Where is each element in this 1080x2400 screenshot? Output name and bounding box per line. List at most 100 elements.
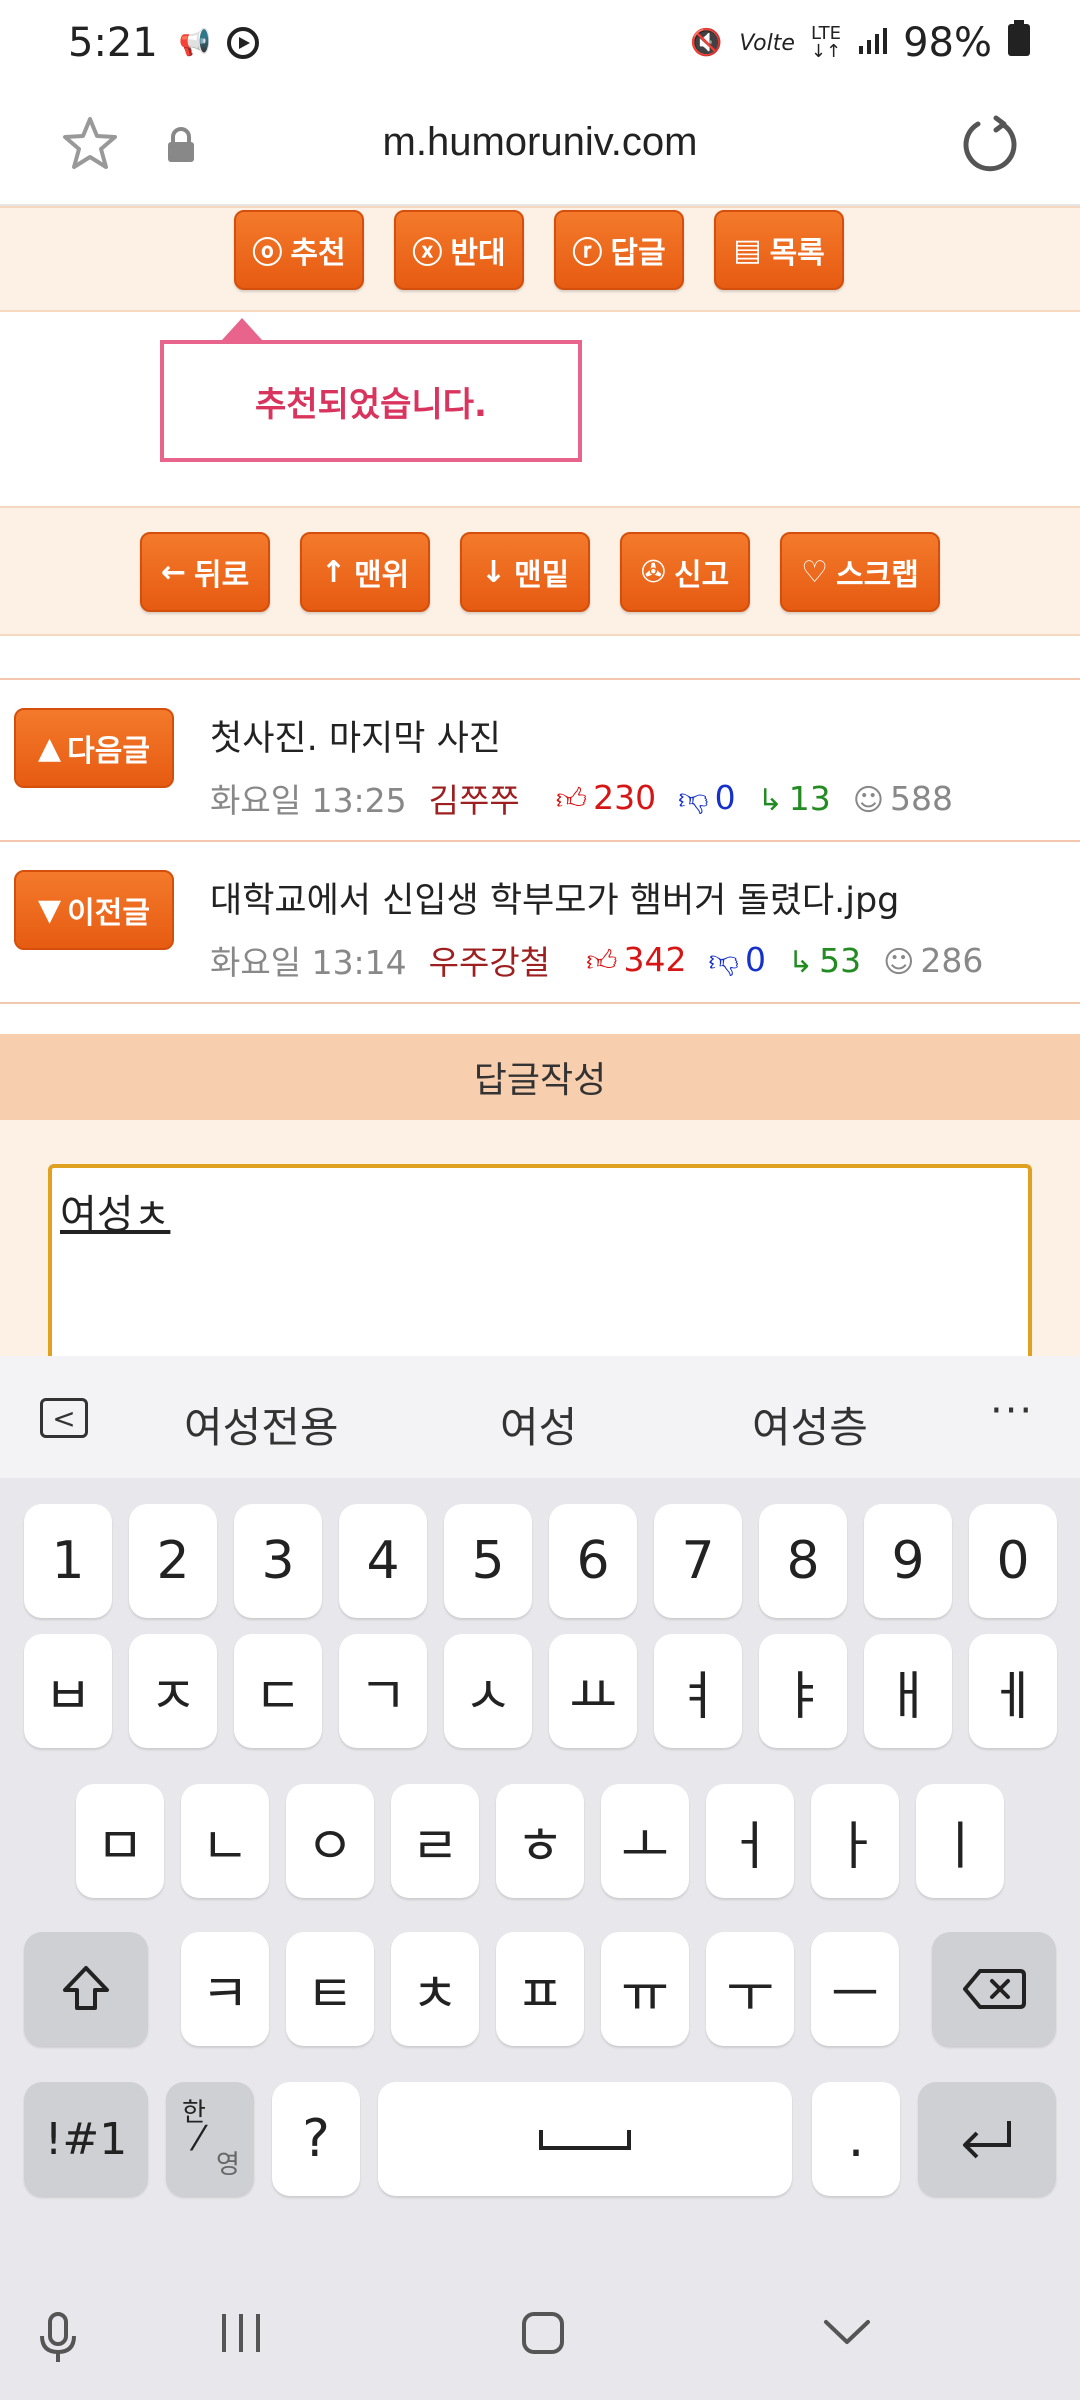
reply-textarea[interactable]: 여성ㅊ [48, 1164, 1032, 1364]
mute-icon: 🔇 [690, 28, 723, 58]
key-i[interactable]: ㅣ [916, 1784, 1004, 1898]
circle-x-icon: ⓧ [412, 236, 443, 271]
suggestion-1[interactable]: 여성전용 [184, 1394, 339, 1455]
lte-indicator: LTE ↓↑ [810, 23, 842, 62]
shift-key[interactable] [24, 1932, 148, 2046]
period-key[interactable]: . [812, 2082, 900, 2196]
key-0[interactable]: 0 [969, 1504, 1057, 1618]
key-ya[interactable]: ㅑ [759, 1634, 847, 1748]
next-post-title[interactable]: 첫사진. 마지막 사진 [210, 710, 501, 761]
arrow-left-icon: ← [160, 554, 186, 590]
navigation-action-bar: ← 뒤로 ↑ 맨위 ↓ 맨밑 ✇ 신고 ♡ 스크랩 [0, 506, 1080, 636]
key-yeo[interactable]: ㅕ [654, 1634, 742, 1748]
post-author[interactable]: 김쭈쭈 [429, 774, 520, 822]
reply-text: 여성ㅊ [60, 1192, 171, 1238]
list-button[interactable]: ▤ 목록 [714, 210, 844, 290]
reload-icon[interactable] [960, 114, 1020, 174]
symbols-key[interactable]: !#1 [24, 2082, 148, 2196]
reply-arrow-icon: ↳ [757, 782, 783, 818]
triangle-up-icon: ▲ [38, 730, 62, 766]
next-post-meta: 화요일 13:25 김쭈쭈 👍︎ 230 👎︎ 0 ↳ 13 ☺ 588 [210, 774, 953, 822]
backspace-icon [963, 1969, 1026, 2009]
backspace-key[interactable] [932, 1932, 1056, 2046]
key-p[interactable]: ㅍ [496, 1932, 584, 2046]
key-j[interactable]: ㅈ [129, 1634, 217, 1748]
key-5[interactable]: 5 [444, 1504, 532, 1618]
recommend-toast: 추천되었습니다. [160, 340, 582, 462]
hide-keyboard-icon[interactable] [822, 2310, 872, 2368]
next-post-row[interactable]: ▲ 다음글 첫사진. 마지막 사진 화요일 13:25 김쭈쭈 👍︎ 230 👎︎ 0… [0, 680, 1080, 842]
key-8[interactable]: 8 [759, 1504, 847, 1618]
key-m[interactable]: ㅁ [76, 1784, 164, 1898]
key-eo[interactable]: ㅓ [706, 1784, 794, 1898]
key-b[interactable]: ㅂ [24, 1634, 112, 1748]
key-s[interactable]: ㅅ [444, 1634, 532, 1748]
microphone-icon[interactable] [36, 2310, 80, 2378]
key-ae[interactable]: ㅐ [864, 1634, 952, 1748]
scroll-top-button[interactable]: ↑ 맨위 [300, 532, 430, 612]
question-key[interactable]: ? [272, 2082, 360, 2196]
key-k[interactable]: ㅋ [181, 1932, 269, 2046]
list-icon: ▤ [733, 232, 762, 268]
enter-key[interactable] [918, 2082, 1056, 2196]
key-a[interactable]: ㅏ [811, 1784, 899, 1898]
key-ng[interactable]: ㅇ [286, 1784, 374, 1898]
key-3[interactable]: 3 [234, 1504, 322, 1618]
home-icon[interactable] [520, 2310, 566, 2368]
space-bar-icon [539, 2130, 631, 2150]
key-o[interactable]: ㅗ [601, 1784, 689, 1898]
reply-button[interactable]: ⓡ 답글 [554, 210, 684, 290]
key-4[interactable]: 4 [339, 1504, 427, 1618]
suggestion-2[interactable]: 여성 [500, 1394, 577, 1455]
oppose-button[interactable]: ⓧ 반대 [394, 210, 524, 290]
suggestion-3[interactable]: 여성층 [752, 1394, 868, 1455]
key-7[interactable]: 7 [654, 1504, 742, 1618]
key-u[interactable]: ㅜ [706, 1932, 794, 2046]
circle-r-icon: ⓡ [572, 236, 603, 271]
thumbs-down-icon: 👎︎ [708, 944, 739, 979]
smiley-icon: ☺ [883, 944, 915, 980]
previous-post-meta: 화요일 13:14 우주강철 👍︎ 342 👎︎ 0 ↳ 53 ☺ 286 [210, 936, 983, 984]
recommend-button[interactable]: ⓞ 추천 [234, 210, 364, 290]
shift-arrow-icon [63, 1966, 109, 2010]
scroll-bottom-button[interactable]: ↓ 맨밑 [460, 532, 590, 612]
signal-icon [857, 20, 888, 66]
key-g[interactable]: ㄱ [339, 1634, 427, 1748]
key-h[interactable]: ㅎ [496, 1784, 584, 1898]
post-author[interactable]: 우주강철 [429, 936, 550, 984]
key-eu[interactable]: ㅡ [811, 1932, 899, 2046]
key-1[interactable]: 1 [24, 1504, 112, 1618]
previous-post-title[interactable]: 대학교에서 신입생 학부모가 햄버거 돌렸다.jpg [210, 872, 899, 923]
space-key[interactable] [378, 2082, 792, 2196]
previous-post-row[interactable]: ▼ 이전글 대학교에서 신입생 학부모가 햄버거 돌렸다.jpg 화요일 13:1… [0, 842, 1080, 1004]
previous-post-button[interactable]: ▼ 이전글 [14, 870, 174, 950]
key-r[interactable]: ㄹ [391, 1784, 479, 1898]
key-d[interactable]: ㄷ [234, 1634, 322, 1748]
key-e[interactable]: ㅔ [969, 1634, 1057, 1748]
key-t[interactable]: ㅌ [286, 1932, 374, 2046]
key-yo[interactable]: ㅛ [549, 1634, 637, 1748]
key-n[interactable]: ㄴ [181, 1784, 269, 1898]
post-date: 화요일 13:14 [210, 943, 407, 982]
key-yu[interactable]: ㅠ [601, 1932, 689, 2046]
key-2[interactable]: 2 [129, 1504, 217, 1618]
volte-indicator: Volte [739, 30, 795, 56]
circle-o-icon: ⓞ [252, 236, 283, 271]
arrow-up-icon: ↑ [320, 554, 346, 590]
report-button[interactable]: ✇ 신고 [620, 532, 750, 612]
post-date: 화요일 13:25 [210, 781, 407, 820]
key-9[interactable]: 9 [864, 1504, 952, 1618]
more-suggestions-icon[interactable]: ··· [990, 1388, 1034, 1434]
next-post-button[interactable]: ▲ 다음글 [14, 708, 174, 788]
back-button[interactable]: ← 뒤로 [140, 532, 270, 612]
key-6[interactable]: 6 [549, 1504, 637, 1618]
key-ch[interactable]: ㅊ [391, 1932, 479, 2046]
post-action-bar: ⓞ 추천 ⓧ 반대 ⓡ 답글 ▤ 목록 [0, 206, 1080, 312]
system-navigation-bar [0, 2270, 1080, 2400]
recent-apps-icon[interactable] [218, 2310, 264, 2368]
language-key[interactable]: 한 ⁄ 영 [166, 2082, 254, 2196]
collapse-suggestions-icon[interactable]: < [40, 1398, 88, 1438]
url-text[interactable]: m.humoruniv.com [0, 120, 1080, 165]
view-count: 286 [920, 940, 984, 980]
scrap-button[interactable]: ♡ 스크랩 [780, 532, 940, 612]
